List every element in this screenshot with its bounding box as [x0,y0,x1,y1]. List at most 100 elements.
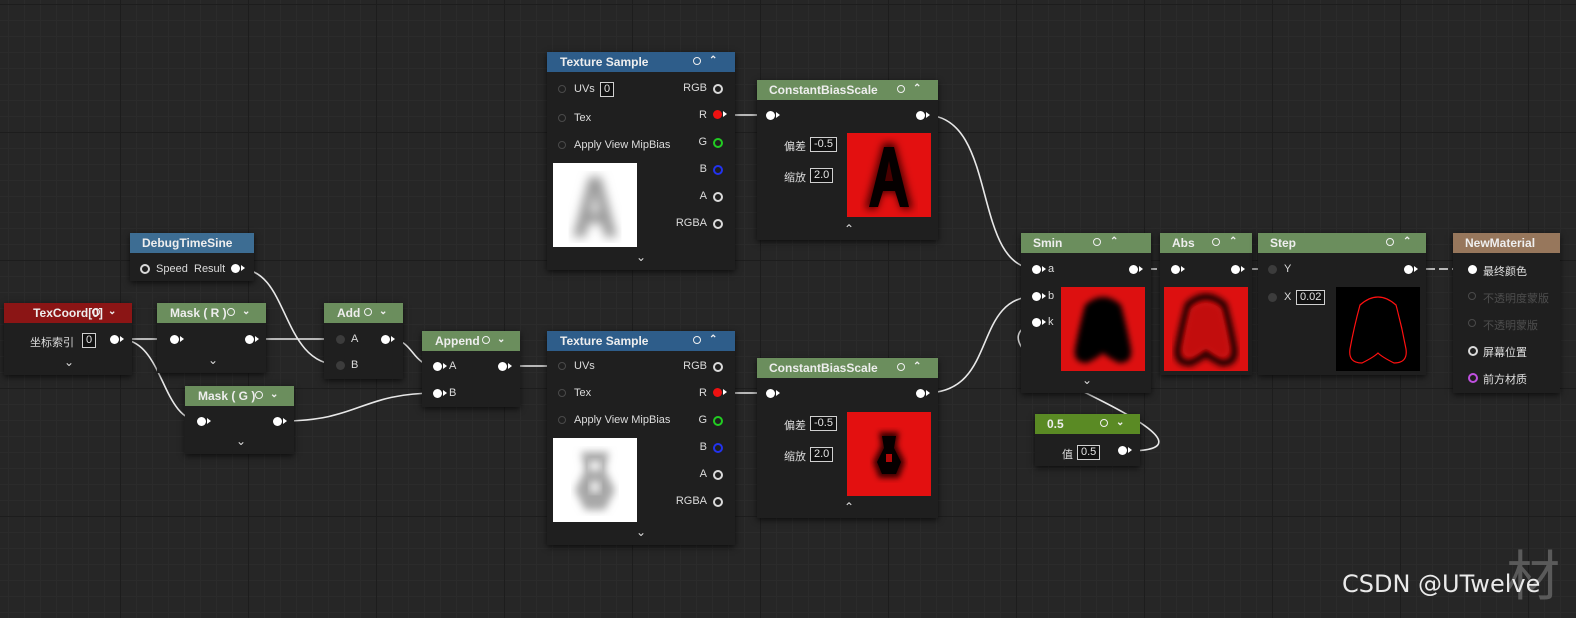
chevron-down-icon[interactable]: ⌄ [270,389,278,400]
bias-value[interactable]: -0.5 [810,137,837,152]
x-input-pin[interactable] [1268,293,1277,302]
collapse-chevron-icon[interactable]: ⌄ [636,525,646,539]
a-output-pin[interactable] [713,470,723,480]
preview-toggle-icon[interactable] [693,336,701,344]
chevron-down-icon[interactable]: ⌄ [1116,417,1124,428]
debug-time-sine-node[interactable]: DebugTimeSine Speed Result [130,233,254,281]
opacity-mask-pin[interactable] [1468,292,1476,300]
node-header[interactable]: Abs ⌃ [1160,233,1252,253]
smin-node[interactable]: Smin ⌃ a b k ⌄ [1021,233,1151,393]
bias-value[interactable]: -0.5 [810,416,837,431]
chevron-down-icon[interactable]: ⌄ [108,306,116,317]
a-input-pin[interactable] [433,362,447,371]
texcoord-node[interactable]: TexCoord[0] ⌄ 坐标索引 0 ⌄ [4,303,132,375]
output-pin[interactable] [381,335,395,344]
step-node[interactable]: Step ⌃ Y X 0.02 [1258,233,1426,375]
collapse-chevron-icon[interactable]: ⌃ [844,500,854,514]
uvs-input-pin[interactable] [558,362,566,370]
screen-position-pin[interactable] [1468,346,1478,356]
node-header[interactable]: NewMaterial [1453,233,1560,253]
chevron-up-icon[interactable]: ⌃ [709,55,717,66]
preview-toggle-icon[interactable] [693,57,701,65]
speed-input-pin[interactable] [140,264,150,274]
front-material-pin[interactable] [1468,373,1478,383]
y-input-pin[interactable] [1268,265,1277,274]
collapse-chevron-icon[interactable]: ⌃ [844,222,854,236]
output-pin[interactable] [498,362,512,371]
a-input-pin[interactable] [336,335,345,344]
g-output-pin[interactable] [713,138,723,148]
scale-value[interactable]: 2.0 [810,447,834,462]
mask-g-node[interactable]: Mask ( G ) ⌄ ⌄ [185,386,294,454]
result-output-pin[interactable] [231,264,245,273]
mipbias-input-pin[interactable] [558,416,566,424]
preview-toggle-icon[interactable] [1386,238,1394,246]
append-node[interactable]: Append ⌄ A B [422,331,520,407]
scale-value[interactable]: 2.0 [810,168,834,183]
b-output-pin[interactable] [713,165,723,175]
output-pin[interactable] [245,335,259,344]
chevron-down-icon[interactable]: ⌄ [497,334,505,345]
chevron-up-icon[interactable]: ⌃ [709,334,717,345]
node-header[interactable]: Step ⌃ [1258,233,1426,253]
output-pin[interactable] [1129,265,1143,274]
new-material-node[interactable]: NewMaterial 最终颜色 不透明度蒙版 不透明蒙版 屏幕位置 前方材质 [1453,233,1560,393]
node-header[interactable]: 0.5 ⌄ [1035,414,1140,434]
preview-toggle-icon[interactable] [482,336,490,344]
output-pin[interactable] [110,335,124,344]
coordinate-index-value[interactable]: 0 [82,333,97,348]
constant-value[interactable]: 0.5 [1077,445,1101,460]
final-color-pin[interactable] [1468,265,1477,274]
b-input-pin[interactable] [336,361,345,370]
g-output-pin[interactable] [713,416,723,426]
output-pin[interactable] [1404,265,1418,274]
chevron-up-icon[interactable]: ⌃ [913,361,921,372]
output-pin[interactable] [1231,265,1245,274]
rgba-output-pin[interactable] [713,219,723,229]
chevron-down-icon[interactable]: ⌄ [242,306,250,317]
input-pin[interactable] [197,417,211,426]
rgb-output-pin[interactable] [713,362,723,372]
collapse-chevron-icon[interactable]: ⌄ [636,250,646,264]
node-header[interactable]: TexCoord[0] ⌄ [4,303,132,323]
node-header[interactable]: Mask ( G ) ⌄ [185,386,294,406]
uvs-value[interactable]: 0 [600,82,615,97]
preview-toggle-icon[interactable] [227,308,235,316]
k-input-pin[interactable] [1032,318,1046,327]
chevron-up-icon[interactable]: ⌃ [1110,236,1118,247]
input-pin[interactable] [766,111,780,120]
r-output-pin[interactable] [713,110,727,119]
r-output-pin[interactable] [713,388,727,397]
x-value[interactable]: 0.02 [1296,290,1326,305]
node-header[interactable]: Mask ( R ) ⌄ [157,303,266,323]
b-input-pin[interactable] [433,389,447,398]
chevron-down-icon[interactable]: ⌄ [379,306,387,317]
b-output-pin[interactable] [713,443,723,453]
input-pin[interactable] [170,335,184,344]
rgb-output-pin[interactable] [713,84,723,94]
a-input-pin[interactable] [1032,265,1046,274]
collapse-chevron-icon[interactable]: ⌄ [1082,373,1092,387]
output-pin[interactable] [916,111,930,120]
node-header[interactable]: Texture Sample ⌃ [547,331,735,351]
output-pin[interactable] [273,417,287,426]
node-header[interactable]: Append ⌄ [422,331,520,351]
preview-toggle-icon[interactable] [364,308,372,316]
output-pin[interactable] [916,389,930,398]
preview-toggle-icon[interactable] [92,308,100,316]
preview-toggle-icon[interactable] [255,391,263,399]
node-header[interactable]: Smin ⌃ [1021,233,1151,253]
chevron-up-icon[interactable]: ⌃ [1403,236,1411,247]
preview-toggle-icon[interactable] [1093,238,1101,246]
uvs-input-pin[interactable] [558,85,566,93]
node-header[interactable]: ConstantBiasScale ⌃ [757,358,938,378]
chevron-up-icon[interactable]: ⌃ [913,83,921,94]
expand-chevron-icon[interactable]: ⌄ [208,353,218,367]
abs-node[interactable]: Abs ⌃ [1160,233,1252,375]
input-pin[interactable] [766,389,780,398]
mask-r-node[interactable]: Mask ( R ) ⌄ ⌄ [157,303,266,373]
expand-chevron-icon[interactable]: ⌄ [236,434,246,448]
rgba-output-pin[interactable] [713,497,723,507]
node-header[interactable]: Texture Sample ⌃ [547,52,735,72]
constant-node[interactable]: 0.5 ⌄ 值 0.5 [1035,414,1140,466]
